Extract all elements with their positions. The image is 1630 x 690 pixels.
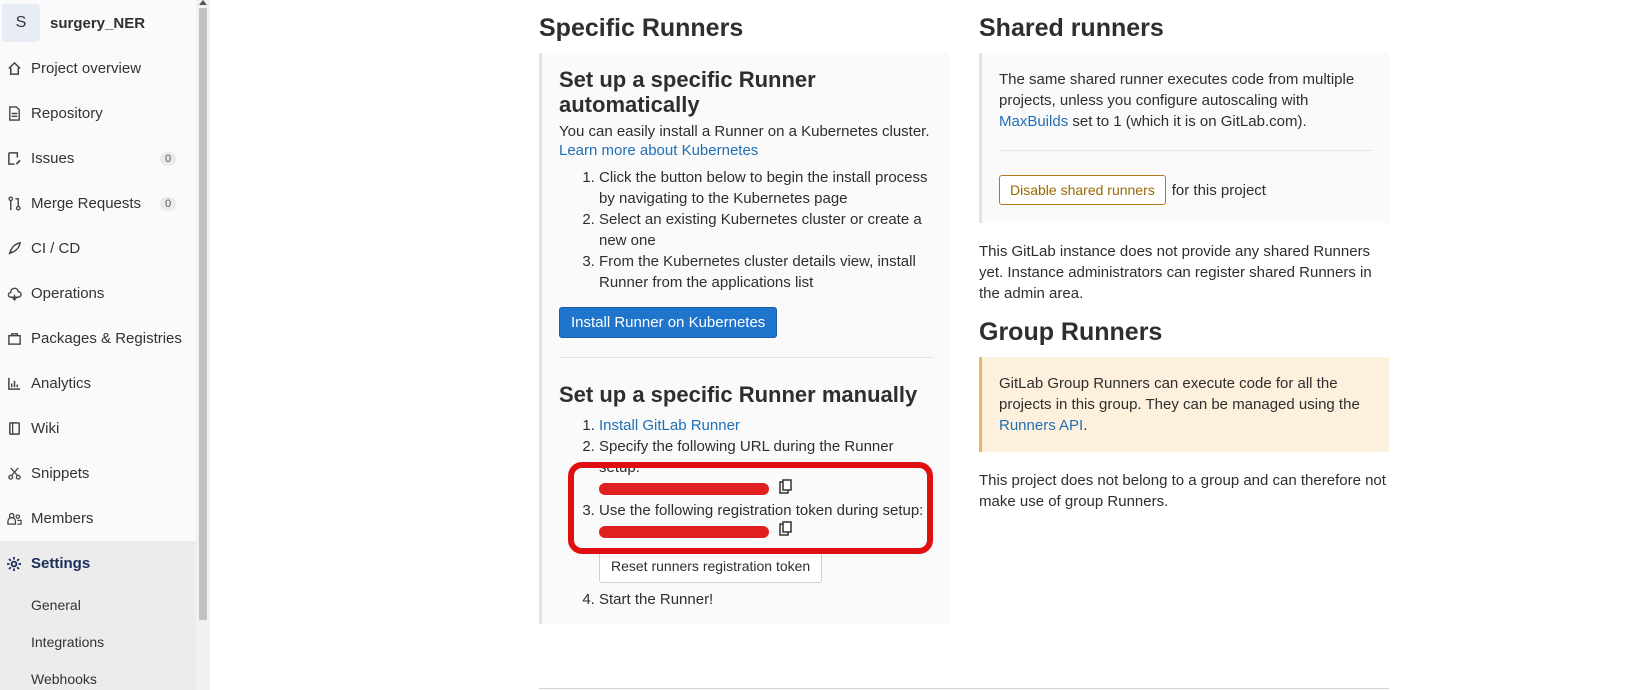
disable-shared-runners-button[interactable]: Disable shared runners	[999, 175, 1166, 205]
sidebar-item-label: Members	[31, 510, 94, 527]
chart-icon	[6, 376, 22, 392]
sidebar-item-label: CI / CD	[31, 240, 81, 257]
sidebar-item-label: Issues	[31, 150, 75, 167]
no-shared-runners-text: This GitLab instance does not provide an…	[979, 243, 1372, 302]
auto-steps-list: Click the button below to begin the inst…	[559, 167, 934, 293]
scissors-icon	[6, 466, 22, 482]
rocket-icon	[6, 241, 22, 257]
sidebar-subitem-webhooks[interactable]: Webhooks	[0, 660, 196, 690]
auto-setup-description: You can easily install a Runner on a Kub…	[559, 123, 930, 140]
package-icon	[6, 331, 22, 347]
sidebar-item-label: Repository	[31, 105, 103, 122]
scroll-up-arrow-icon[interactable]	[199, 0, 207, 5]
sidebar-item-label: Merge Requests	[31, 195, 142, 212]
sidebar-item-project-overview[interactable]: Project overview	[0, 46, 196, 91]
project-header[interactable]: S surgery_NER	[0, 0, 196, 46]
sidebar-item-label: Operations	[31, 285, 105, 302]
install-runner-kubernetes-button[interactable]: Install Runner on Kubernetes	[559, 307, 778, 338]
manual-step-start: Start the Runner!	[599, 589, 934, 610]
maxbuilds-link[interactable]: MaxBuilds	[999, 113, 1068, 130]
auto-step: Click the button below to begin the inst…	[599, 167, 934, 209]
shared-runners-description: The same shared runner executes code fro…	[999, 69, 1372, 132]
group-desc-tail: .	[1083, 417, 1088, 434]
sidebar-item-label: Snippets	[31, 465, 90, 482]
shared-desc-tail: set to 1 (which it is on GitLab.com).	[1068, 113, 1307, 130]
sidebar-subitem-general[interactable]: General	[0, 586, 196, 623]
sidebar-item-label: Settings	[31, 555, 91, 572]
sidebar-item-label: Wiki	[31, 420, 60, 437]
shared-runners-panel: The same shared runner executes code fro…	[979, 53, 1389, 223]
shared-runners-column: Shared runners The same shared runner ex…	[979, 14, 1389, 512]
install-gitlab-runner-link[interactable]: Install GitLab Runner	[599, 417, 740, 434]
sidebar-item-wiki[interactable]: Wiki	[0, 406, 196, 451]
sidebar-item-label: Packages & Registries	[31, 330, 182, 347]
red-annotation-outline	[568, 462, 933, 554]
shared-runners-heading: Shared runners	[979, 14, 1164, 42]
sidebar-item-settings[interactable]: Settings	[0, 541, 196, 586]
sidebar-item-repository[interactable]: Repository	[0, 91, 196, 136]
issues-count-badge: 0	[160, 151, 177, 166]
sidebar-item-merge-requests[interactable]: Merge Requests 0	[0, 181, 196, 226]
project-name: surgery_NER	[50, 14, 146, 32]
users-icon	[6, 511, 22, 527]
cloud-icon	[6, 286, 22, 302]
doc-icon	[6, 106, 22, 122]
sidebar-item-packages-registries[interactable]: Packages & Registries	[0, 316, 196, 361]
sidebar-item-label: Project overview	[31, 60, 142, 77]
auto-step: From the Kubernetes cluster details view…	[599, 251, 934, 293]
group-runners-heading: Group Runners	[979, 318, 1163, 346]
bottom-divider	[539, 688, 1389, 689]
sidebar: S surgery_NER Project overview Repositor…	[0, 0, 197, 690]
sidebar-subitem-integrations[interactable]: Integrations	[0, 623, 196, 660]
auto-step: Select an existing Kubernetes cluster or…	[599, 209, 934, 251]
sidebar-scrollbar[interactable]	[196, 0, 210, 690]
disable-suffix-text: for this project	[1171, 182, 1266, 199]
group-desc-text: GitLab Group Runners can execute code fo…	[999, 375, 1360, 413]
home-icon	[6, 61, 22, 77]
sidebar-item-issues[interactable]: Issues 0	[0, 136, 196, 181]
auto-setup-title: Set up a specific Runner automatically	[559, 67, 816, 117]
group-runners-panel: GitLab Group Runners can execute code fo…	[979, 357, 1389, 452]
scrollbar-thumb[interactable]	[199, 8, 207, 620]
sidebar-item-label: Analytics	[31, 375, 92, 392]
issues-icon	[6, 151, 22, 167]
runners-api-link[interactable]: Runners API	[999, 417, 1083, 434]
manual-step-install: Install GitLab Runner	[599, 415, 934, 436]
learn-kubernetes-link[interactable]: Learn more about Kubernetes	[559, 142, 758, 159]
no-group-text: This project does not belong to a group …	[979, 472, 1386, 510]
project-avatar: S	[2, 4, 40, 42]
divider	[999, 150, 1372, 151]
sidebar-item-snippets[interactable]: Snippets	[0, 451, 196, 496]
group-runners-description: GitLab Group Runners can execute code fo…	[999, 373, 1372, 436]
book-icon	[6, 421, 22, 437]
specific-runners-heading: Specific Runners	[539, 14, 744, 42]
shared-desc-text: The same shared runner executes code fro…	[999, 71, 1355, 109]
sidebar-item-analytics[interactable]: Analytics	[0, 361, 196, 406]
reset-token-button[interactable]: Reset runners registration token	[599, 550, 823, 584]
merge-icon	[6, 196, 22, 212]
manual-setup-title: Set up a specific Runner manually	[559, 382, 918, 407]
sidebar-item-ci-cd[interactable]: CI / CD	[0, 226, 196, 271]
sidebar-item-operations[interactable]: Operations	[0, 271, 196, 316]
sidebar-item-members[interactable]: Members	[0, 496, 196, 541]
gear-icon	[6, 556, 22, 572]
divider	[559, 357, 934, 358]
merge-requests-count-badge: 0	[160, 196, 177, 211]
